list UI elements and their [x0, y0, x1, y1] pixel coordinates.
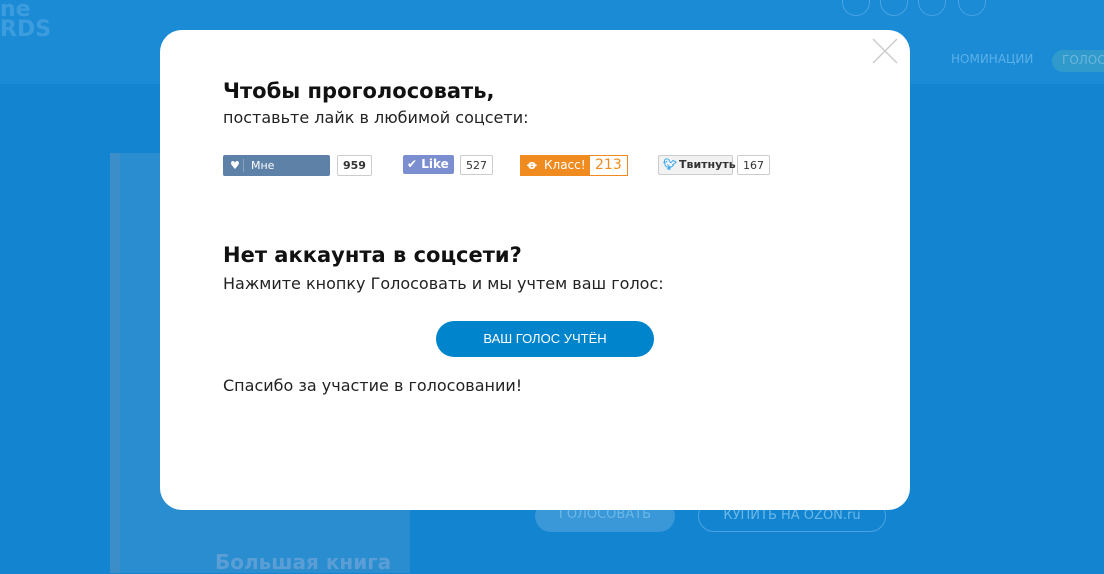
fb-like-label: Like	[421, 157, 449, 171]
ok-class-count: 213	[595, 157, 622, 173]
social-icon[interactable]	[918, 0, 946, 16]
tweet-count: 167	[737, 155, 770, 175]
modal-title: Чтобы проголосовать,	[223, 79, 495, 103]
tweet-label: Твитнуть	[679, 158, 736, 171]
vk-like-button[interactable]: ♥ Мне нравится	[223, 155, 330, 193]
vk-like-label: Мне нравится	[251, 159, 305, 193]
site-logo[interactable]: ne RDS	[0, 0, 51, 41]
social-icon[interactable]	[958, 0, 986, 16]
fb-like-count: 527	[460, 155, 493, 175]
social-icon[interactable]	[880, 0, 908, 16]
ok-logo-icon: ꝋ	[527, 158, 537, 172]
vote-modal: Чтобы проголосовать, поставьте лайк в лю…	[160, 30, 910, 510]
check-icon: ✔	[407, 157, 418, 171]
book-title: Большая книга	[215, 550, 392, 574]
close-icon[interactable]	[872, 38, 898, 64]
twitter-bird-icon: 🐦︎	[663, 158, 677, 171]
nav-vote[interactable]: ГОЛОС	[1052, 50, 1104, 72]
vk-like-count: 959	[337, 155, 372, 176]
vote-counted-button[interactable]: ВАШ ГОЛОС УЧТЁН	[436, 321, 654, 357]
ok-class-button[interactable]: ꝋ Класс! 213	[520, 155, 628, 176]
no-account-title: Нет аккаунта в соцсети?	[223, 243, 522, 267]
heart-icon: ♥	[230, 159, 240, 172]
no-account-subtitle: Нажмите кнопку Голосовать и мы учтем ваш…	[223, 274, 664, 293]
nav-nominations[interactable]: НОМИНАЦИИ	[951, 52, 1033, 66]
social-icon[interactable]	[842, 0, 870, 16]
tweet-button[interactable]: 🐦︎ Твитнуть	[658, 155, 736, 175]
ok-class-label: Класс!	[544, 158, 586, 172]
fb-like-button[interactable]: ✔ Like	[403, 155, 454, 174]
thanks-text: Спасибо за участие в голосовании!	[223, 376, 523, 395]
modal-subtitle: поставьте лайк в любимой соцсети:	[223, 108, 529, 127]
